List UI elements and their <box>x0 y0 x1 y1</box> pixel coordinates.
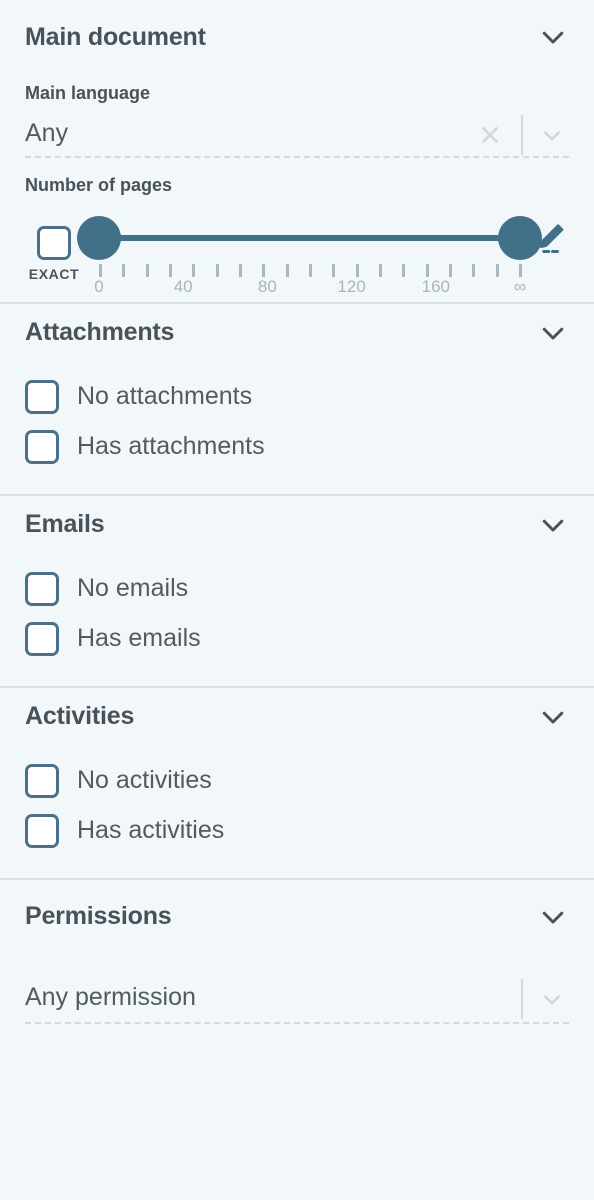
section-header-permissions[interactable]: Permissions <box>0 888 594 946</box>
section-attachments: Attachments No attachments Has attachmen… <box>0 301 594 494</box>
main-language-select[interactable]: Any <box>25 114 569 158</box>
section-title-main-document: Main document <box>25 22 206 51</box>
slider-thumb-max[interactable] <box>498 215 542 260</box>
activities-options: No activities Has activities <box>0 746 594 878</box>
slider-tick <box>145 263 149 277</box>
option-label: Has emails <box>77 624 201 653</box>
slider-tick <box>308 263 312 277</box>
option-no-emails[interactable]: No emails <box>0 564 594 614</box>
section-title-attachments: Attachments <box>25 318 175 347</box>
emails-options: No emails Has emails <box>0 554 594 686</box>
slider-tick <box>495 263 499 277</box>
slider-tick <box>425 263 429 277</box>
option-has-activities[interactable]: Has activities <box>0 806 594 856</box>
slider-track-fill <box>99 234 520 241</box>
chevron-down-icon[interactable] <box>536 316 570 350</box>
checkbox[interactable] <box>25 813 59 848</box>
chevron-down-icon[interactable] <box>536 508 570 542</box>
permission-select[interactable]: Any permission <box>25 976 569 1024</box>
main-language-value: Any <box>25 118 69 147</box>
chevron-down-icon[interactable] <box>535 120 569 150</box>
slider-tick <box>192 263 196 277</box>
section-header-main-document[interactable]: Main document <box>0 8 594 66</box>
section-header-emails[interactable]: Emails <box>0 496 594 554</box>
section-title-permissions: Permissions <box>25 902 172 931</box>
option-label: No activities <box>77 766 212 795</box>
option-label: No emails <box>77 574 189 603</box>
slider-tick <box>448 263 452 277</box>
section-permissions: Permissions Any permission <box>0 877 594 1024</box>
section-title-activities: Activities <box>25 702 135 731</box>
slider-tick <box>122 263 126 277</box>
permission-value: Any permission <box>25 982 196 1011</box>
pages-range-slider[interactable]: 0 40 80 120 160 ∞ <box>77 215 542 295</box>
option-label: Has activities <box>77 816 225 845</box>
attachments-options: No attachments Has attachments <box>0 362 594 494</box>
section-main-document: Main document Main language Any Number o… <box>0 0 594 302</box>
number-of-pages-slider-block: EXACT 0 40 80 120 160 ∞ <box>25 206 570 295</box>
section-activities: Activities No activities Has activities <box>0 685 594 878</box>
exact-label: EXACT <box>28 265 80 282</box>
slider-tick-label: 160 <box>421 276 450 296</box>
chevron-down-icon[interactable] <box>536 700 570 734</box>
slider-tick <box>168 263 172 277</box>
select-divider <box>521 114 523 155</box>
exact-checkbox[interactable] <box>37 225 71 260</box>
option-label: No attachments <box>77 382 253 411</box>
number-of-pages-label: Number of pages <box>25 174 173 195</box>
slider-tick-label: 40 <box>173 276 193 296</box>
slider-tick <box>215 263 219 277</box>
filter-panel: Main document Main language Any Number o… <box>0 0 594 1200</box>
checkbox[interactable] <box>25 571 59 606</box>
slider-ticks <box>99 263 522 277</box>
slider-tick <box>99 263 102 277</box>
checkbox[interactable] <box>25 621 59 656</box>
slider-thumb-min[interactable] <box>77 215 121 260</box>
checkbox[interactable] <box>25 379 59 414</box>
checkbox[interactable] <box>25 429 59 464</box>
section-emails: Emails No emails Has emails <box>0 493 594 686</box>
section-header-activities[interactable]: Activities <box>0 688 594 746</box>
section-header-attachments[interactable]: Attachments <box>0 304 594 362</box>
option-no-activities[interactable]: No activities <box>0 756 594 806</box>
slider-tick <box>518 263 522 277</box>
option-has-attachments[interactable]: Has attachments <box>0 422 594 472</box>
slider-tick-label: 80 <box>257 276 277 296</box>
select-divider <box>521 978 523 1019</box>
section-title-emails: Emails <box>25 510 105 539</box>
option-has-emails[interactable]: Has emails <box>0 614 594 664</box>
chevron-down-icon[interactable] <box>535 984 569 1014</box>
slider-tick <box>378 263 382 277</box>
slider-tick-label: ∞ <box>513 276 527 296</box>
slider-tick <box>332 263 336 277</box>
slider-tick <box>238 263 242 277</box>
slider-tick-labels: 0 40 80 120 160 ∞ <box>89 278 530 298</box>
option-no-attachments[interactable]: No attachments <box>0 372 594 422</box>
checkbox[interactable] <box>25 763 59 798</box>
slider-tick <box>472 263 476 277</box>
exact-checkbox-group[interactable]: EXACT <box>25 216 83 282</box>
slider-tick-label: 120 <box>337 276 366 296</box>
slider-tick <box>285 263 289 277</box>
slider-tick <box>355 263 359 277</box>
slider-tick-label: 0 <box>94 276 104 296</box>
close-icon[interactable] <box>473 118 507 152</box>
slider-tick <box>402 263 406 277</box>
slider-tick <box>262 263 266 277</box>
chevron-down-icon[interactable] <box>536 20 570 54</box>
main-language-label: Main language <box>25 83 151 103</box>
chevron-down-icon[interactable] <box>536 900 570 934</box>
option-label: Has attachments <box>77 432 265 461</box>
